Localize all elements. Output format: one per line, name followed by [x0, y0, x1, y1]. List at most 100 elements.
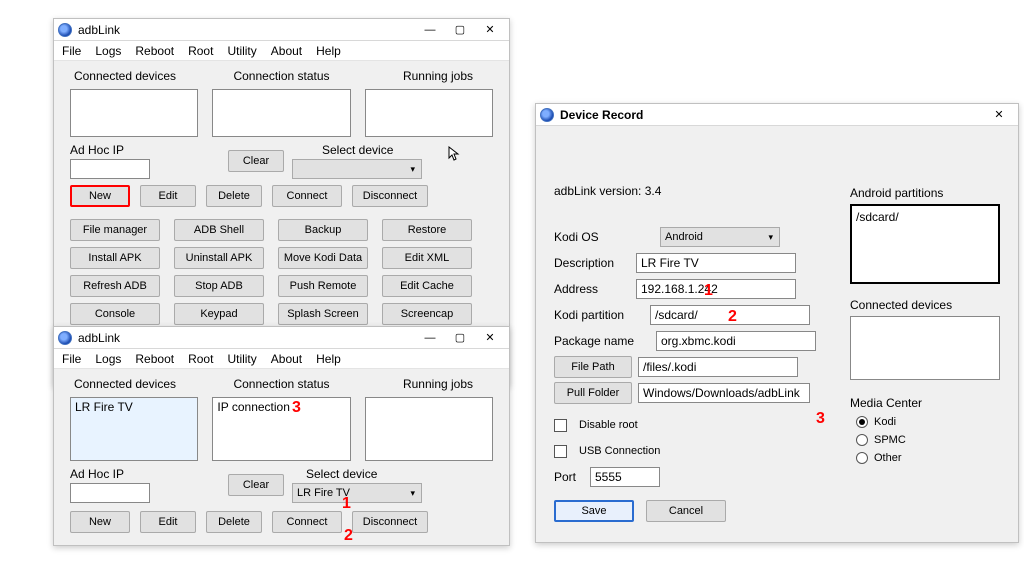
- menu-help[interactable]: Help: [316, 352, 341, 366]
- file-manager-button[interactable]: File manager: [70, 219, 160, 241]
- maximize-button[interactable]: ▢: [445, 328, 475, 348]
- screencap-button[interactable]: Screencap: [382, 303, 472, 325]
- adhoc-ip-label: Ad Hoc IP: [70, 467, 124, 481]
- radio-kodi[interactable]: Kodi: [856, 416, 1000, 428]
- menu-root[interactable]: Root: [188, 352, 213, 366]
- description-label: Description: [554, 256, 630, 270]
- disable-root-checkbox[interactable]: [554, 419, 567, 432]
- console-button[interactable]: Console: [70, 303, 160, 325]
- keypad-button[interactable]: Keypad: [174, 303, 264, 325]
- window-title: Device Record: [560, 108, 984, 122]
- window-title: adbLink: [78, 23, 415, 37]
- clear-button[interactable]: Clear: [228, 474, 284, 496]
- new-button[interactable]: New: [70, 185, 130, 207]
- connected-devices-list[interactable]: [70, 89, 198, 137]
- file-path-input[interactable]: [638, 357, 798, 377]
- radio-icon: [856, 434, 868, 446]
- kodi-os-dropdown[interactable]: Android▾: [660, 227, 780, 247]
- move-kodi-button[interactable]: Move Kodi Data: [278, 247, 368, 269]
- restore-button[interactable]: Restore: [382, 219, 472, 241]
- radio-icon: [856, 416, 868, 428]
- connect-button[interactable]: Connect: [272, 185, 342, 207]
- adb-shell-button[interactable]: ADB Shell: [174, 219, 264, 241]
- app-icon: [58, 331, 72, 345]
- close-button[interactable]: ✕: [475, 328, 505, 348]
- callout-3: 3: [816, 410, 825, 428]
- minimize-button[interactable]: —: [415, 20, 445, 40]
- select-device-dropdown[interactable]: LR Fire TV▾: [292, 483, 422, 503]
- edit-xml-button[interactable]: Edit XML: [382, 247, 472, 269]
- close-button[interactable]: ✕: [984, 105, 1014, 125]
- connect-button[interactable]: Connect: [272, 511, 342, 533]
- menubar: File Logs Reboot Root Utility About Help: [54, 41, 509, 61]
- delete-button[interactable]: Delete: [206, 511, 262, 533]
- address-input[interactable]: [636, 279, 796, 299]
- connection-status-list[interactable]: IP connection: [212, 397, 350, 461]
- new-button[interactable]: New: [70, 511, 130, 533]
- minimize-button[interactable]: —: [415, 328, 445, 348]
- push-remote-button[interactable]: Push Remote: [278, 275, 368, 297]
- backup-button[interactable]: Backup: [278, 219, 368, 241]
- connection-status-list[interactable]: [212, 89, 350, 137]
- radio-other[interactable]: Other: [856, 452, 1000, 464]
- install-apk-button[interactable]: Install APK: [70, 247, 160, 269]
- titlebar: Device Record ✕: [536, 104, 1018, 126]
- delete-button[interactable]: Delete: [206, 185, 262, 207]
- usb-connection-checkbox[interactable]: [554, 445, 567, 458]
- close-button[interactable]: ✕: [475, 20, 505, 40]
- android-partitions-list[interactable]: /sdcard/: [850, 204, 1000, 284]
- callout-1: 1: [342, 495, 351, 513]
- list-item[interactable]: /sdcard/: [856, 210, 899, 224]
- menubar: File Logs Reboot Root Utility About Help: [54, 349, 509, 369]
- menu-reboot[interactable]: Reboot: [135, 44, 174, 58]
- menu-file[interactable]: File: [62, 44, 81, 58]
- menu-about[interactable]: About: [271, 352, 302, 366]
- radio-spmc[interactable]: SPMC: [856, 434, 1000, 446]
- list-item[interactable]: LR Fire TV: [75, 400, 133, 414]
- maximize-button[interactable]: ▢: [445, 20, 475, 40]
- callout-3: 3: [292, 399, 301, 417]
- menu-help[interactable]: Help: [316, 44, 341, 58]
- menu-about[interactable]: About: [271, 44, 302, 58]
- menu-utility[interactable]: Utility: [227, 44, 256, 58]
- media-center-label: Media Center: [850, 396, 1000, 410]
- pull-folder-button[interactable]: Pull Folder: [554, 382, 632, 404]
- port-input[interactable]: [590, 467, 660, 487]
- running-jobs-list[interactable]: [365, 397, 493, 461]
- splash-button[interactable]: Splash Screen: [278, 303, 368, 325]
- uninstall-apk-button[interactable]: Uninstall APK: [174, 247, 264, 269]
- refresh-adb-button[interactable]: Refresh ADB: [70, 275, 160, 297]
- select-device-label: Select device: [292, 143, 493, 157]
- kodi-os-label: Kodi OS: [554, 230, 654, 244]
- package-name-input[interactable]: [656, 331, 816, 351]
- menu-root[interactable]: Root: [188, 44, 213, 58]
- connected-devices-list[interactable]: [850, 316, 1000, 380]
- menu-reboot[interactable]: Reboot: [135, 352, 174, 366]
- menu-utility[interactable]: Utility: [227, 352, 256, 366]
- description-input[interactable]: [636, 253, 796, 273]
- save-button[interactable]: Save: [554, 500, 634, 522]
- cancel-button[interactable]: Cancel: [646, 500, 726, 522]
- file-path-button[interactable]: File Path: [554, 356, 632, 378]
- menu-file[interactable]: File: [62, 352, 81, 366]
- callout-2: 2: [344, 527, 353, 545]
- clear-button[interactable]: Clear: [228, 150, 284, 172]
- adhoc-ip-input[interactable]: [70, 483, 150, 503]
- pull-folder-input[interactable]: [638, 383, 810, 403]
- disconnect-button[interactable]: Disconnect: [352, 185, 428, 207]
- connected-devices-list[interactable]: LR Fire TV: [70, 397, 198, 461]
- edit-button[interactable]: Edit: [140, 185, 196, 207]
- callout-1: 1: [704, 282, 713, 300]
- adhoc-ip-input[interactable]: [70, 159, 150, 179]
- edit-cache-button[interactable]: Edit Cache: [382, 275, 472, 297]
- connected-devices-label: Connected devices: [70, 69, 180, 83]
- stop-adb-button[interactable]: Stop ADB: [174, 275, 264, 297]
- connection-status-label: Connection status: [212, 69, 352, 83]
- menu-logs[interactable]: Logs: [95, 352, 121, 366]
- edit-button[interactable]: Edit: [140, 511, 196, 533]
- titlebar: adbLink — ▢ ✕: [54, 19, 509, 41]
- select-device-dropdown[interactable]: ▾: [292, 159, 422, 179]
- running-jobs-list[interactable]: [365, 89, 493, 137]
- disconnect-button[interactable]: Disconnect: [352, 511, 428, 533]
- menu-logs[interactable]: Logs: [95, 44, 121, 58]
